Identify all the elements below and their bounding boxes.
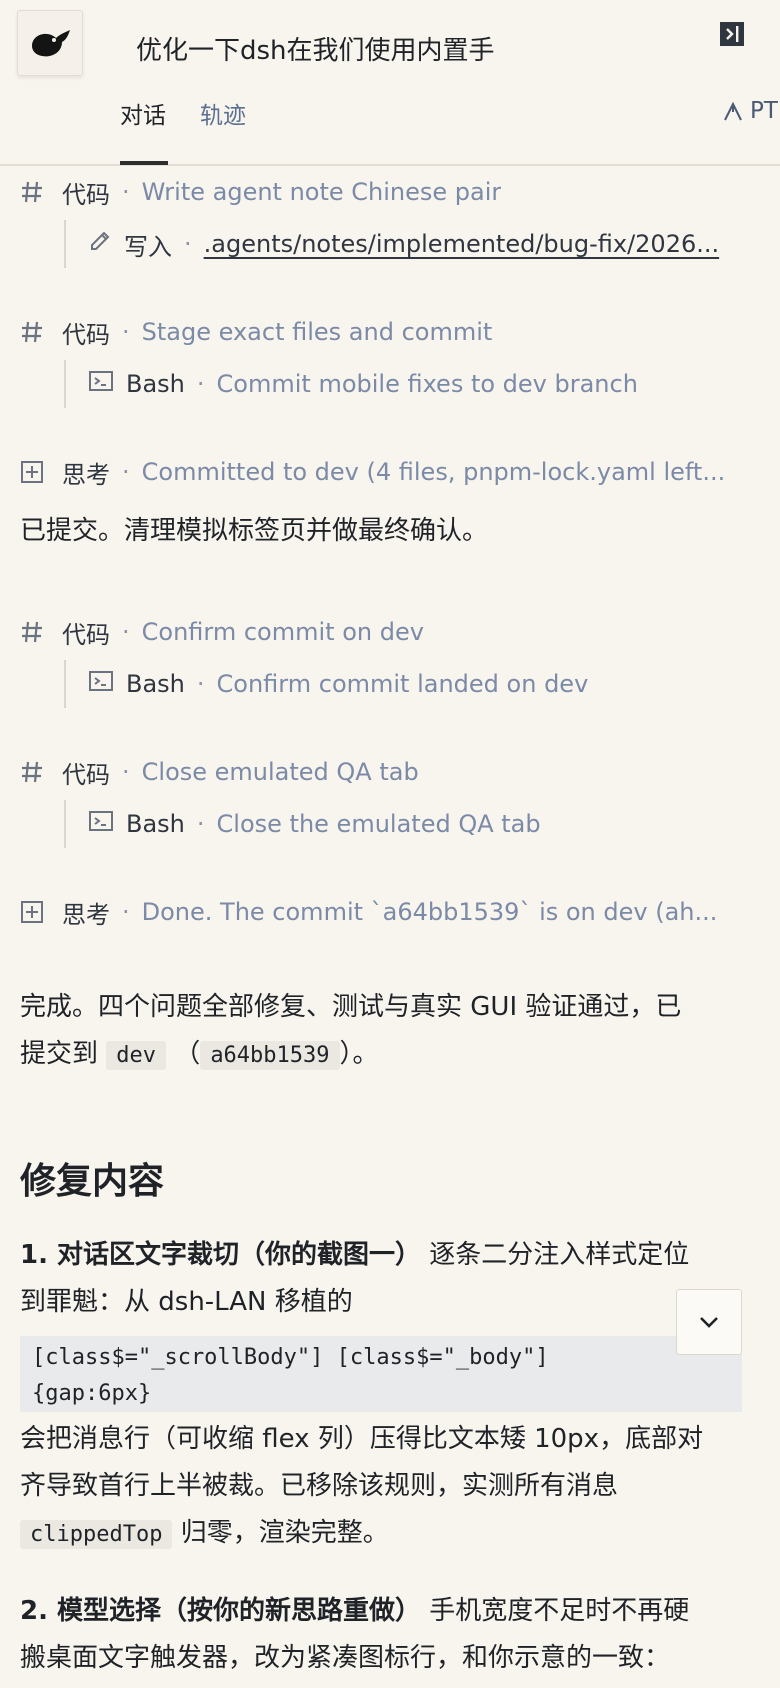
expand-icon (20, 900, 50, 924)
inline-code: clippedTop (20, 1520, 173, 1549)
step-thinking[interactable]: 思考 · Done. The commit `a64bb1539` is on … (20, 892, 740, 932)
step-bash[interactable]: Bash · Close the emulated QA tab (64, 800, 541, 848)
step-code[interactable]: 代码 · Write agent note Chinese pair (20, 172, 501, 212)
step-write[interactable]: 写入 · .agents/notes/implemented/bug-fix/2… (64, 220, 740, 268)
fix-item-1-detail: 会把消息行（可收缩 flex 列）压得比文本矮 10px，底部对 齐导致首行上半… (20, 1424, 704, 1549)
step-thinking[interactable]: 思考 · Committed to dev (4 files, pnpm-loc… (20, 452, 740, 492)
assistant-message: 完成。四个问题全部修复、测试与真实 GUI 验证通过，已 提交到 dev （a6… (20, 992, 682, 1070)
hash-icon (20, 320, 50, 344)
page-title: 优化一下dsh在我们使用内置手 (136, 36, 495, 66)
sidebar-toggle-icon[interactable] (718, 20, 746, 48)
terminal-icon (88, 369, 114, 399)
step-code[interactable]: 代码 · Stage exact files and commit (20, 312, 492, 352)
code-block: [class$="_scrollBody"] [class$="_body"] … (20, 1336, 742, 1412)
chat-scroll-area[interactable]: 代码 · Write agent note Chinese pair 写入 · … (0, 168, 780, 1688)
active-tab-indicator (120, 161, 168, 165)
app-logo[interactable] (17, 10, 83, 76)
assistant-message: 已提交。清理模拟标签页并做最终确认。 (20, 516, 489, 546)
hash-icon (20, 620, 50, 644)
section-heading: 修复内容 (20, 1161, 165, 1202)
step-bash[interactable]: Bash · Confirm commit landed on dev (64, 660, 588, 708)
step-bash[interactable]: Bash · Commit mobile fixes to dev branch (64, 360, 638, 408)
tab-trace[interactable]: 轨迹 (200, 96, 246, 130)
terminal-icon (88, 669, 114, 699)
step-code[interactable]: 代码 · Confirm commit on dev (20, 612, 424, 652)
file-path-link[interactable]: .agents/notes/implemented/bug-fix/2026..… (204, 230, 719, 258)
model-icon (724, 101, 742, 121)
whale-icon (32, 30, 70, 57)
inline-code: dev (106, 1041, 167, 1070)
pencil-icon (88, 229, 112, 259)
model-selector[interactable]: PT (722, 98, 778, 124)
top-header: 优化一下dsh在我们使用内置手 对话 轨迹 PT (0, 0, 780, 166)
step-code[interactable]: 代码 · Close emulated QA tab (20, 752, 419, 792)
terminal-icon (88, 809, 114, 839)
fix-item-1: 1. 对话区文字裁切（你的截图一） 逐条二分注入样式定位 到罪魁：从 dsh-L… (20, 1240, 690, 1317)
scroll-to-bottom-button[interactable] (676, 1289, 742, 1355)
expand-icon (20, 460, 50, 484)
model-label: PT (750, 98, 778, 124)
hash-icon (20, 760, 50, 784)
fix-item-2: 2. 模型选择（按你的新思路重做） 手机宽度不足时不再硬 搬桌面文字触发器，改为… (20, 1596, 690, 1673)
inline-code: a64bb1539 (200, 1041, 340, 1070)
hash-icon (20, 180, 50, 204)
chevron-down-icon (700, 1317, 718, 1328)
tab-chat[interactable]: 对话 (120, 96, 166, 130)
